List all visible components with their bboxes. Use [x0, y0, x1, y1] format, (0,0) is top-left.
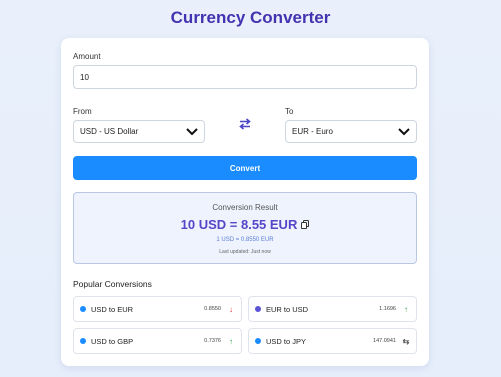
conversion-result-panel: Conversion Result 10 USD = 8.55 EUR 1 US…: [73, 192, 417, 264]
arrow-down-icon: ↓: [229, 304, 233, 314]
popular-item-label: USD to JPY: [266, 336, 307, 346]
to-label: To: [285, 107, 294, 116]
popular-item-rate: 0.7376: [204, 338, 221, 344]
exchange-icon: ⇆: [402, 336, 410, 346]
amount-value: 10: [80, 72, 89, 82]
amount-label: Amount: [73, 52, 101, 61]
bullet-dot-icon: [255, 338, 261, 344]
result-value: 10 USD = 8.55 EUR: [180, 217, 298, 232]
convert-button[interactable]: Convert: [73, 156, 417, 180]
from-label: From: [73, 107, 92, 116]
popular-item-rate: 147.0941: [373, 338, 396, 344]
popular-item-usd-gbp[interactable]: USD to GBP 0.7376 ↑: [73, 328, 242, 354]
arrow-up-icon: ↑: [404, 304, 408, 314]
bullet-dot-icon: [255, 306, 261, 312]
chevron-down-icon: [186, 127, 198, 135]
result-main: 10 USD = 8.55 EUR: [74, 217, 416, 232]
popular-item-usd-eur[interactable]: USD to EUR 0.8550 ↓: [73, 296, 242, 322]
bullet-dot-icon: [80, 338, 86, 344]
popular-item-rate: 1.1696: [379, 306, 396, 312]
amount-input[interactable]: 10: [73, 65, 417, 89]
popular-item-label: EUR to USD: [266, 304, 309, 314]
popular-conversions-title: Popular Conversions: [73, 279, 152, 289]
copy-icon[interactable]: [301, 220, 310, 229]
result-updated: Last updated: Just now: [219, 249, 271, 255]
from-currency-select[interactable]: USD - US Dollar: [73, 120, 205, 143]
converter-card: Amount 10 From USD - US Dollar To EUR - …: [61, 38, 429, 366]
to-currency-select[interactable]: EUR - Euro: [285, 120, 417, 143]
popular-item-eur-usd[interactable]: EUR to USD 1.1696 ↑: [248, 296, 417, 322]
swap-icon[interactable]: [238, 118, 252, 130]
to-currency-value: EUR - Euro: [292, 127, 333, 136]
result-rate: 1 USD = 0.8550 EUR: [216, 237, 274, 243]
arrow-up-icon: ↑: [229, 336, 233, 346]
popular-item-label: USD to EUR: [91, 304, 134, 314]
popular-item-usd-jpy[interactable]: USD to JPY 147.0941 ⇆: [248, 328, 417, 354]
chevron-down-icon: [398, 127, 410, 135]
from-currency-value: USD - US Dollar: [80, 127, 139, 136]
app-title: Currency Converter: [170, 8, 331, 27]
bullet-dot-icon: [80, 306, 86, 312]
popular-item-label: USD to GBP: [91, 336, 134, 346]
result-title: Conversion Result: [212, 203, 278, 212]
popular-item-rate: 0.8550: [204, 306, 221, 312]
